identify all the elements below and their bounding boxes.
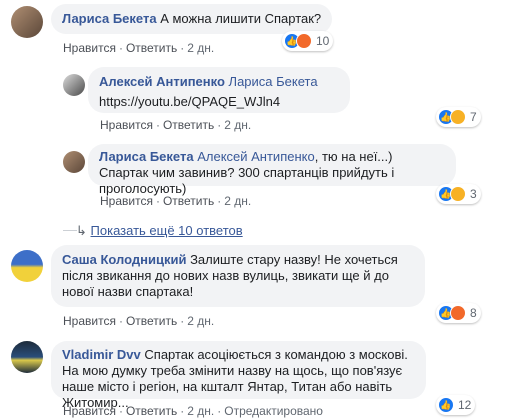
haha-icon (450, 186, 466, 202)
reply-link[interactable]: Ответить (126, 41, 177, 55)
avatar-larysa[interactable] (11, 6, 43, 38)
like-link[interactable]: Нравится (100, 194, 153, 208)
timestamp[interactable]: 2 дн. (187, 404, 214, 418)
comment-link[interactable]: https://youtu.be/QPAQE_WJln4 (99, 94, 339, 110)
reactions-badge[interactable]: 👍 3 (436, 184, 481, 204)
reactions-count: 8 (470, 306, 477, 320)
comment-actions: Нравится · Ответить · 2 дн. · Отредактировано (63, 404, 323, 418)
comment-bubble: Лариса Бекета А можна лишити Спартак? (51, 4, 333, 34)
reply-link[interactable]: Ответить (163, 118, 214, 132)
avatar-vladimir[interactable] (11, 341, 43, 373)
reply-link[interactable]: Ответить (163, 194, 214, 208)
reactions-badge[interactable]: 👍 12 (436, 395, 476, 415)
timestamp[interactable]: 2 дн. (187, 314, 214, 328)
like-link[interactable]: Нравится (63, 41, 116, 55)
comment-bubble: Саша Колодницкий Залиште стару назву! Не… (51, 245, 425, 307)
edited-label[interactable]: Отредактировано (224, 404, 323, 418)
angry-icon (450, 305, 466, 321)
like-link[interactable]: Нравится (63, 314, 116, 328)
reactions-badge[interactable]: 👍 10 (282, 31, 334, 51)
avatar-aleksei[interactable] (63, 74, 85, 96)
reply-link[interactable]: Ответить (126, 314, 177, 328)
comment-bubble: Лариса Бекета Алексей Антипенко, тю на н… (88, 144, 456, 196)
timestamp[interactable]: 2 дн. (187, 41, 214, 55)
comment-author[interactable]: Лариса Бекета (62, 11, 157, 26)
comment-actions: Нравится · Ответить · 2 дн. (63, 314, 215, 328)
reply-arrow-icon: ↲ (76, 223, 87, 238)
like-icon: 👍 (438, 397, 454, 413)
comment-author[interactable]: Vladimir Dvv (62, 347, 141, 362)
reply-link[interactable]: Ответить (126, 404, 177, 418)
reply-to[interactable]: Алексей Антипенко (197, 149, 315, 164)
comment-author[interactable]: Алексей Антипенко (99, 74, 225, 89)
reactions-count: 12 (458, 398, 472, 412)
comment-text: А можна лишити Спартак? (160, 11, 322, 26)
comment-actions: Нравится · Ответить · 2 дн. (100, 194, 252, 208)
comment-actions: Нравится · Ответить · 2 дн. (100, 118, 252, 132)
reactions-count: 10 (316, 34, 330, 48)
like-link[interactable]: Нравится (63, 404, 116, 418)
show-more-replies[interactable]: ↲ Показать ещё 10 ответов (76, 223, 243, 239)
avatar-sasha[interactable] (11, 250, 43, 282)
thread-line (63, 230, 77, 231)
timestamp[interactable]: 2 дн. (224, 194, 251, 208)
reactions-count: 3 (470, 187, 477, 201)
reactions-badge[interactable]: 👍 8 (436, 303, 481, 323)
reactions-badge[interactable]: 👍 7 (436, 107, 481, 127)
haha-icon (450, 109, 466, 125)
comment-bubble: Vladimir Dvv Спартак асоціюється з коман… (51, 341, 426, 410)
comment-author[interactable]: Саша Колодницкий (62, 252, 186, 267)
comment-actions: Нравится · Ответить · 2 дн. (63, 41, 215, 55)
timestamp[interactable]: 2 дн. (224, 118, 251, 132)
show-more-label[interactable]: Показать ещё 10 ответов (91, 223, 243, 238)
angry-icon (296, 33, 312, 49)
reply-to[interactable]: Лариса Бекета (229, 74, 318, 89)
avatar-larysa-small[interactable] (63, 151, 85, 173)
comment-author[interactable]: Лариса Бекета (99, 149, 194, 164)
comment-bubble: Алексей Антипенко Лариса Бекета https://… (88, 67, 350, 113)
reactions-count: 7 (470, 110, 477, 124)
like-link[interactable]: Нравится (100, 118, 153, 132)
